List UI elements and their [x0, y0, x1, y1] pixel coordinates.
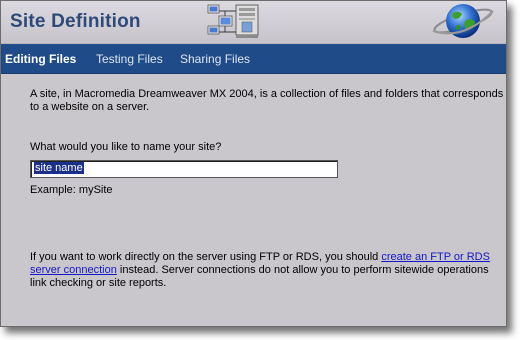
- tab-testing-files[interactable]: Testing Files: [96, 52, 163, 66]
- ftp-text-before: If you want to work directly on the serv…: [30, 251, 382, 263]
- intro-text-line2: to a website on a server.: [30, 101, 150, 113]
- tab-editing-files[interactable]: Editing Files: [5, 52, 76, 66]
- ftp-text-line3: link checking or site reports.: [30, 277, 167, 289]
- site-name-input[interactable]: site name: [30, 160, 338, 178]
- example-text: Example: mySite: [30, 184, 113, 196]
- ftp-rds-link-part2[interactable]: server connection: [30, 264, 117, 276]
- globe-icon: [432, 4, 494, 38]
- tab-sharing-files[interactable]: Sharing Files: [180, 52, 250, 66]
- ftp-text-line2: server connection instead. Server connec…: [30, 264, 489, 277]
- ftp-text-line1: If you want to work directly on the serv…: [30, 251, 490, 264]
- site-definition-window: Site Definition Editing Files Testing Fi…: [0, 0, 507, 327]
- site-name-question: What would you like to name your site?: [30, 141, 222, 153]
- window-header: Site Definition: [1, 1, 506, 44]
- site-name-value: site name: [34, 162, 84, 174]
- ftp-text-after: instead. Server connections do not allow…: [116, 264, 489, 276]
- ftp-rds-link-part1[interactable]: create an FTP or RDS: [381, 251, 490, 263]
- window-title: Site Definition: [10, 11, 141, 32]
- tab-bar: Editing Files Testing Files Sharing File…: [1, 44, 506, 74]
- network-computers-icon: [207, 4, 259, 38]
- intro-text-line1: A site, in Macromedia Dreamweaver MX 200…: [30, 88, 504, 100]
- content-panel: A site, in Macromedia Dreamweaver MX 200…: [1, 74, 506, 326]
